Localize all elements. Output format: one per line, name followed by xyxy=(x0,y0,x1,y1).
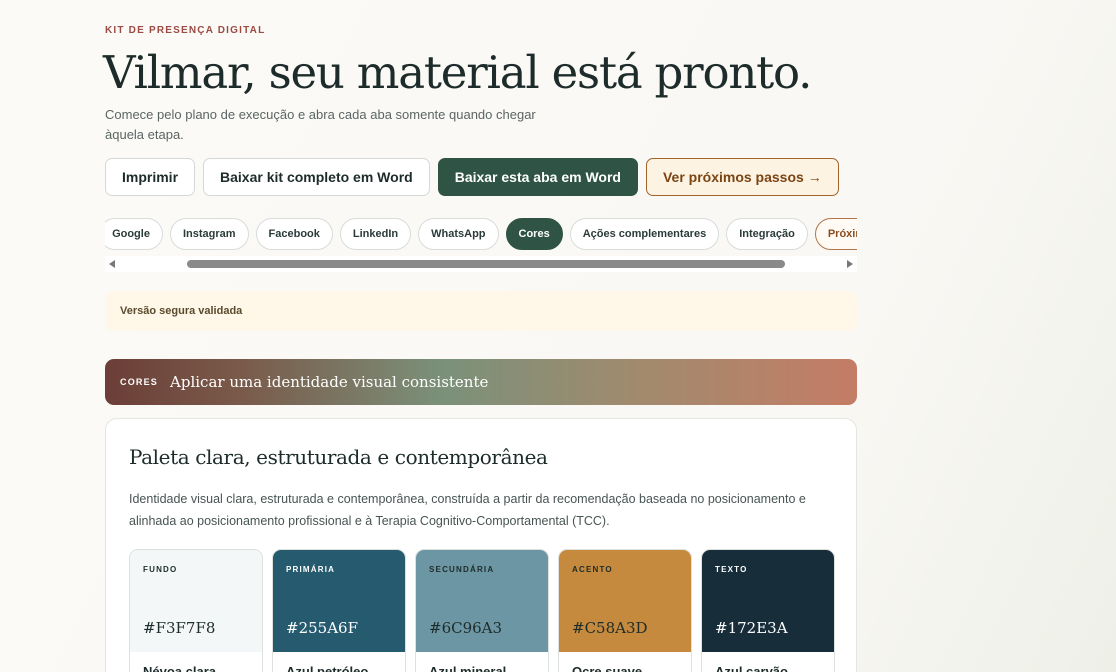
tab-integracao[interactable]: Integração xyxy=(726,218,808,250)
swatch-name: Azul petróleo xyxy=(286,664,369,672)
swatch-secundaria: SECUNDÁRIA #6C96A3 Azul mineral xyxy=(415,549,549,672)
download-tab-word-button[interactable]: Baixar esta aba em Word xyxy=(437,158,638,196)
swatch-hex: #F3F7F8 xyxy=(143,619,216,637)
scrollbar-thumb[interactable] xyxy=(187,260,785,268)
swatch-color-block: SECUNDÁRIA #6C96A3 xyxy=(416,550,548,652)
tab-cores[interactable]: Cores xyxy=(505,218,563,250)
swatch-label: SECUNDÁRIA xyxy=(429,565,495,574)
page-title: Vilmar, seu material está pronto. xyxy=(103,46,812,99)
swatch-label: ACENTO xyxy=(572,565,613,574)
palette-title: Paleta clara, estruturada e contemporâne… xyxy=(129,445,548,469)
section-tag: CORES xyxy=(120,377,159,387)
swatch-label: PRIMÁRIA xyxy=(286,565,336,574)
tab-scrollbar[interactable] xyxy=(105,256,857,272)
validation-notice-text: Versão segura validada xyxy=(120,305,243,317)
swatch-acento: ACENTO #C58A3D Ocre suave xyxy=(558,549,692,672)
tab-list: i Google Instagram Facebook LinkedIn Wha… xyxy=(105,218,857,250)
swatch-color-block: TEXTO #172E3A xyxy=(702,550,834,652)
swatch-name: Névoa clara xyxy=(143,664,216,672)
palette-description: Identidade visual clara, estruturada e c… xyxy=(129,492,806,528)
print-button[interactable]: Imprimir xyxy=(105,158,196,196)
swatch-color-block: ACENTO #C58A3D xyxy=(559,550,691,652)
swatch-fundo: FUNDO #F3F7F8 Névoa clara xyxy=(129,549,263,672)
swatch-name: Azul carvão xyxy=(715,664,788,672)
next-steps-button[interactable]: Ver próximos passos → xyxy=(645,158,839,196)
swatch-list: FUNDO #F3F7F8 Névoa clara PRIMÁRIA #255A… xyxy=(129,549,835,672)
validation-notice: Versão segura validada xyxy=(105,291,857,331)
page-kicker: KIT DE PRESENÇA DIGITAL xyxy=(105,25,266,36)
scroll-right-arrow-icon[interactable] xyxy=(847,260,853,268)
section-heading: Aplicar uma identidade visual consistent… xyxy=(170,373,489,391)
tab-strip: i Google Instagram Facebook LinkedIn Wha… xyxy=(105,218,857,274)
swatch-label: FUNDO xyxy=(143,565,178,574)
tab-facebook[interactable]: Facebook xyxy=(255,218,333,250)
section-banner: CORES Aplicar uma identidade visual cons… xyxy=(105,359,857,405)
tab-whatsapp[interactable]: WhatsApp xyxy=(418,218,499,250)
download-kit-word-button[interactable]: Baixar kit completo em Word xyxy=(203,158,430,196)
swatch-label: TEXTO xyxy=(715,565,748,574)
tab-google[interactable]: Google xyxy=(105,218,163,250)
swatch-name: Azul mineral xyxy=(429,664,507,672)
action-bar: Imprimir Baixar kit completo em Word Bai… xyxy=(105,158,839,196)
swatch-hex: #C58A3D xyxy=(572,619,648,637)
swatch-hex: #255A6F xyxy=(286,619,358,637)
tab-instagram[interactable]: Instagram xyxy=(169,218,249,250)
tab-proximos-passos[interactable]: Próxim xyxy=(814,218,857,250)
swatch-primaria: PRIMÁRIA #255A6F Azul petróleo xyxy=(272,549,406,672)
swatch-color-block: FUNDO #F3F7F8 xyxy=(130,550,262,652)
page-subtitle: Comece pelo plano de execução e abra cad… xyxy=(105,107,536,142)
palette-card: Paleta clara, estruturada e contemporâne… xyxy=(105,418,857,672)
swatch-hex: #172E3A xyxy=(715,619,788,637)
swatch-hex: #6C96A3 xyxy=(429,619,503,637)
swatch-color-block: PRIMÁRIA #255A6F xyxy=(273,550,405,652)
swatch-name: Ocre suave xyxy=(572,664,643,672)
tab-acoes-complementares[interactable]: Ações complementares xyxy=(569,218,720,250)
swatch-texto: TEXTO #172E3A Azul carvão xyxy=(701,549,835,672)
tab-linkedin[interactable]: LinkedIn xyxy=(339,218,412,250)
scroll-left-arrow-icon[interactable] xyxy=(109,260,115,268)
